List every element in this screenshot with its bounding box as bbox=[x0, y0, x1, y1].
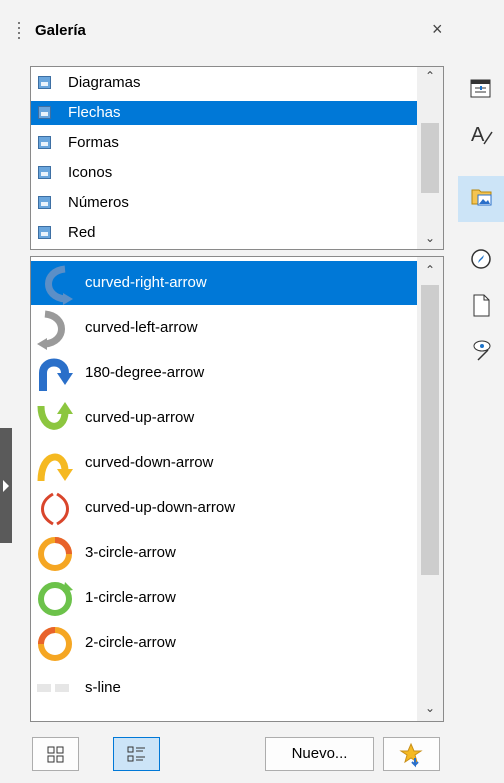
grid-view-icon bbox=[47, 746, 64, 763]
deck-title: Galería bbox=[35, 22, 86, 39]
theme-item[interactable]: Red bbox=[31, 221, 417, 245]
scroll-thumb[interactable] bbox=[421, 285, 439, 575]
gallery-item-label: curved-up-down-arrow bbox=[85, 499, 236, 516]
gallery-panel: Galería × Diagramas Flechas Formas Iconos Nú… bbox=[0, 0, 458, 783]
style-inspector-icon[interactable] bbox=[458, 330, 504, 370]
svg-text:A: A bbox=[471, 124, 485, 146]
gallery-item[interactable]: curved-right-arrow bbox=[31, 261, 417, 305]
gallery-item[interactable]: 2-circle-arrow bbox=[31, 621, 417, 665]
theme-item-label: Diagramas bbox=[68, 74, 141, 91]
scroll-up-icon[interactable]: ⌃ bbox=[417, 69, 443, 83]
list-view-icon bbox=[127, 746, 145, 762]
scroll-up-icon[interactable]: ⌃ bbox=[417, 263, 443, 277]
properties-star-icon bbox=[399, 742, 423, 768]
properties-icon[interactable] bbox=[458, 70, 504, 110]
gallery-item[interactable]: curved-up-down-arrow bbox=[31, 486, 417, 530]
180-degree-arrow-icon bbox=[35, 353, 75, 393]
sidebar-collapse-handle[interactable] bbox=[0, 428, 12, 543]
curved-up-arrow-icon bbox=[35, 398, 75, 438]
theme-image-icon bbox=[38, 76, 51, 89]
gallery-item[interactable]: 180-degree-arrow bbox=[31, 351, 417, 395]
theme-list[interactable]: Diagramas Flechas Formas Iconos Números Red ⌃… bbox=[30, 66, 444, 250]
gallery-item[interactable]: curved-left-arrow bbox=[31, 306, 417, 350]
gallery-item-label: curved-up-arrow bbox=[85, 409, 195, 426]
close-icon[interactable]: × bbox=[432, 18, 443, 40]
1-circle-arrow-icon bbox=[35, 578, 75, 618]
gallery-item-label: 1-circle-arrow bbox=[85, 589, 176, 606]
2-circle-arrow-icon bbox=[35, 623, 75, 663]
sidebar-tabbar: A bbox=[458, 0, 504, 783]
page-icon[interactable] bbox=[458, 286, 504, 326]
new-theme-button[interactable]: Nuevo... bbox=[265, 737, 374, 771]
gallery-items-list[interactable]: curved-right-arrow curved-left-arrow 180-d… bbox=[30, 256, 444, 722]
s-line-icon bbox=[35, 668, 75, 708]
theme-image-icon bbox=[38, 166, 51, 179]
curved-right-arrow-icon bbox=[35, 263, 75, 305]
theme-image-icon bbox=[38, 226, 51, 239]
detail-view-button[interactable] bbox=[113, 737, 160, 771]
styles-icon[interactable]: A bbox=[458, 114, 504, 154]
gallery-item[interactable]: curved-down-arrow bbox=[31, 441, 417, 485]
drag-handle-icon[interactable] bbox=[17, 22, 21, 44]
theme-list-scrollbar[interactable]: ⌃ ⌄ bbox=[417, 67, 443, 249]
icon-view-button[interactable] bbox=[32, 737, 79, 771]
scroll-down-icon[interactable]: ⌄ bbox=[417, 231, 443, 245]
3-circle-arrow-icon bbox=[35, 533, 75, 573]
theme-item[interactable]: Números bbox=[31, 191, 417, 215]
theme-item-label: Formas bbox=[68, 134, 119, 151]
theme-image-icon bbox=[38, 196, 51, 209]
gallery-item-label: 2-circle-arrow bbox=[85, 634, 176, 651]
gallery-item[interactable]: s-line bbox=[31, 666, 417, 710]
gallery-item-label: 3-circle-arrow bbox=[85, 544, 176, 561]
theme-image-icon bbox=[38, 106, 51, 119]
curved-down-arrow-icon bbox=[35, 443, 75, 483]
gallery-item[interactable]: curved-up-arrow bbox=[31, 396, 417, 440]
theme-item[interactable]: Iconos bbox=[31, 161, 417, 185]
scroll-thumb[interactable] bbox=[421, 123, 439, 193]
gallery-item-label: s-line bbox=[85, 679, 121, 696]
gallery-item-label: 180-degree-arrow bbox=[85, 364, 205, 381]
theme-item[interactable]: Diagramas bbox=[31, 71, 417, 95]
theme-item-label: Números bbox=[68, 194, 129, 211]
theme-item-label: Flechas bbox=[68, 104, 121, 121]
theme-item-label: Iconos bbox=[68, 164, 113, 181]
theme-item[interactable]: Formas bbox=[31, 131, 417, 155]
gallery-item-label: curved-right-arrow bbox=[85, 274, 207, 291]
navigator-icon[interactable] bbox=[458, 240, 504, 280]
gallery-item[interactable]: 1-circle-arrow bbox=[31, 576, 417, 620]
gallery-item-label: curved-down-arrow bbox=[85, 454, 214, 471]
gallery-item-label: curved-left-arrow bbox=[85, 319, 198, 336]
theme-properties-button[interactable] bbox=[383, 737, 440, 771]
curved-left-arrow-icon bbox=[35, 308, 75, 350]
gallery-icon[interactable] bbox=[458, 176, 504, 222]
curved-up-down-arrow-icon bbox=[35, 488, 75, 528]
scroll-down-icon[interactable]: ⌄ bbox=[417, 701, 443, 715]
gallery-item[interactable]: 3-circle-arrow bbox=[31, 531, 417, 575]
theme-item-label: Red bbox=[68, 224, 96, 241]
theme-image-icon bbox=[38, 136, 51, 149]
items-list-scrollbar[interactable]: ⌃ ⌄ bbox=[417, 257, 443, 721]
theme-item[interactable]: Flechas bbox=[31, 101, 417, 125]
